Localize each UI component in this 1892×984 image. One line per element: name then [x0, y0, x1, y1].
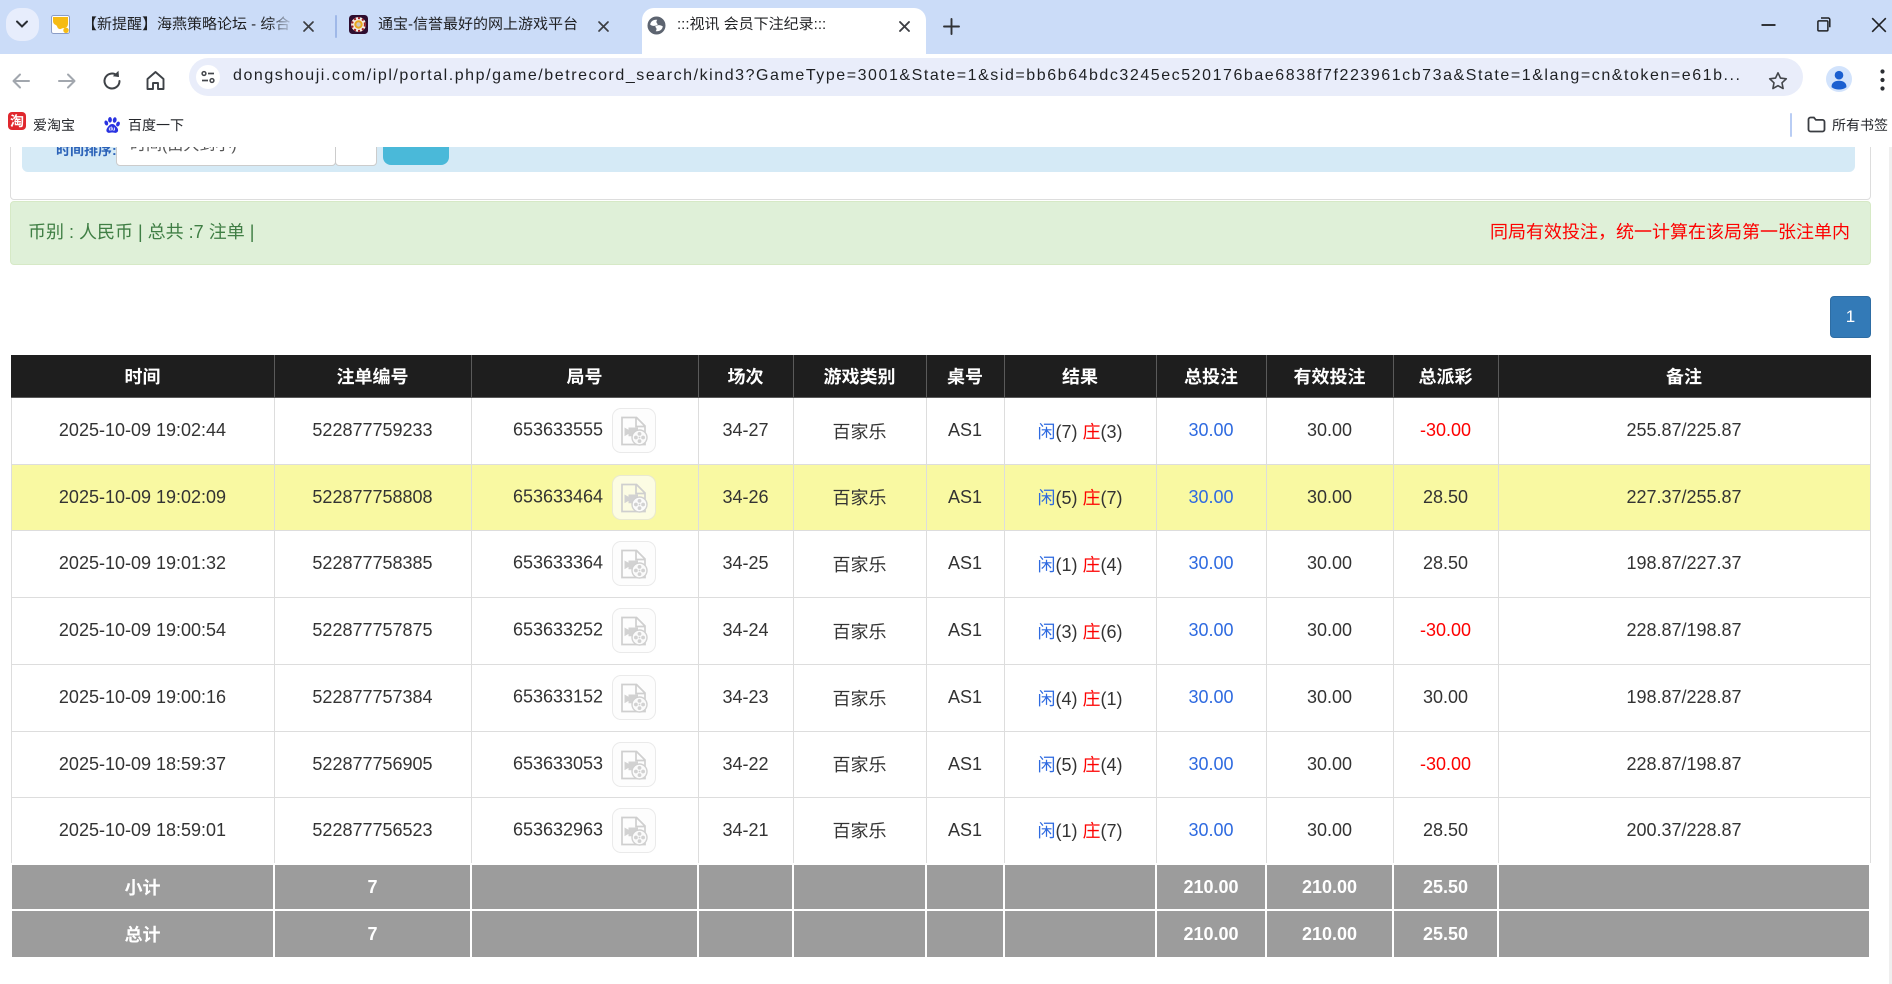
- svg-text:du: du: [109, 126, 116, 132]
